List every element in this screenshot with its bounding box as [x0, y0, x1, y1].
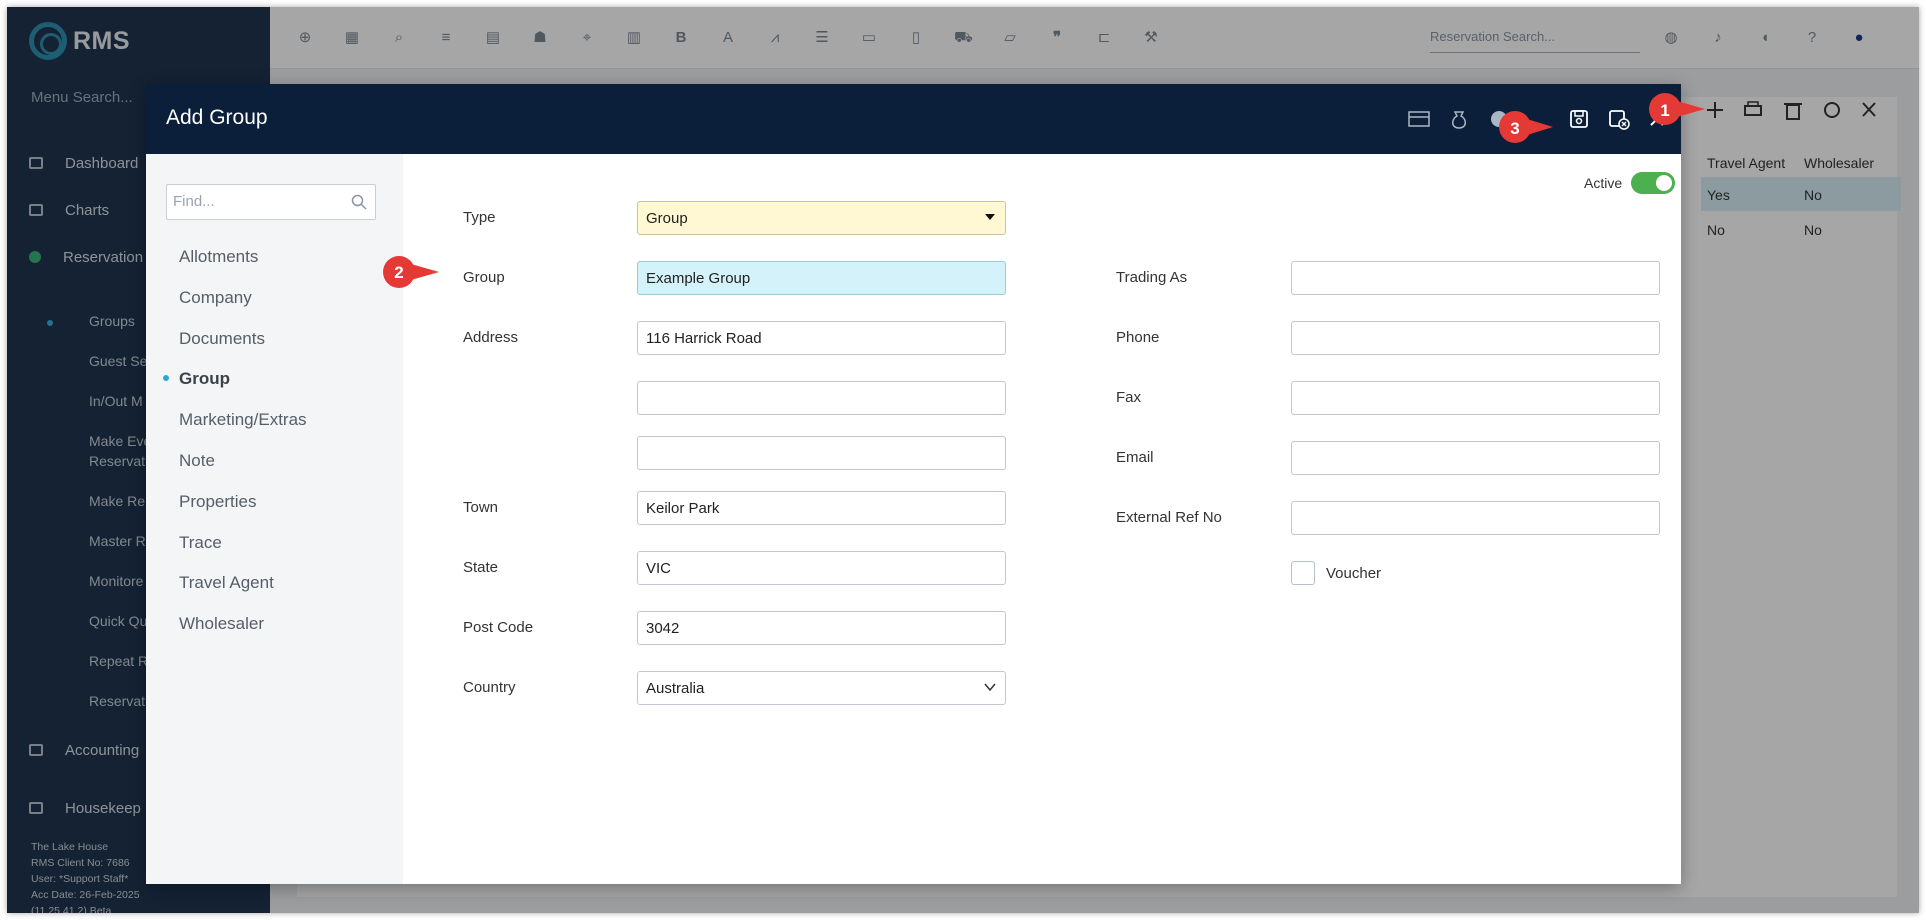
- callout-3-label: 3: [1510, 119, 1520, 138]
- section-nav-trace[interactable]: Trace: [179, 533, 222, 553]
- email-label: Email: [1116, 449, 1154, 466]
- section-nav-properties[interactable]: Properties: [179, 492, 256, 512]
- town-label: Town: [463, 499, 499, 516]
- chevron-down-icon: [984, 683, 996, 692]
- section-nav-note[interactable]: Note: [179, 451, 215, 471]
- section-nav-group[interactable]: Group: [179, 369, 230, 389]
- country-label: Country: [463, 679, 516, 696]
- print-icon[interactable]: [1744, 101, 1762, 116]
- trash-icon[interactable]: [1784, 103, 1802, 120]
- state-input[interactable]: VIC: [637, 551, 1006, 585]
- trading-as-input[interactable]: [1291, 261, 1660, 295]
- country-select[interactable]: Australia: [637, 671, 1006, 705]
- save-icon[interactable]: [1568, 108, 1590, 130]
- town-value: Keilor Park: [646, 500, 720, 517]
- modal-header: Add Group: [146, 84, 1681, 154]
- phone-input[interactable]: [1291, 321, 1660, 355]
- find-input[interactable]: Find...: [166, 184, 376, 220]
- voucher-checkbox[interactable]: [1291, 561, 1315, 585]
- type-label: Type: [463, 209, 496, 226]
- address-line2-input[interactable]: [637, 381, 1006, 415]
- save-close-icon[interactable]: [1608, 108, 1630, 130]
- address-line1-input[interactable]: 116 Harrick Road: [637, 321, 1006, 355]
- card-icon[interactable]: [1408, 108, 1430, 130]
- app-window: RMS Menu Search... Dashboard Charts Rese…: [7, 7, 1919, 913]
- state-value: VIC: [646, 560, 672, 577]
- postcode-input[interactable]: 3042: [637, 611, 1006, 645]
- close-icon[interactable]: [1862, 102, 1876, 117]
- add-group-modal: Add Group Find... Allotments Company Doc…: [146, 84, 1681, 884]
- external-ref-input[interactable]: [1291, 501, 1660, 535]
- list-toolbar: [1707, 101, 1876, 120]
- active-label: Active: [1584, 175, 1623, 191]
- fax-label: Fax: [1116, 389, 1142, 406]
- refresh-icon[interactable]: [1824, 102, 1840, 118]
- email-input[interactable]: [1291, 441, 1660, 475]
- section-nav-company[interactable]: Company: [179, 288, 252, 308]
- find-placeholder: Find...: [173, 193, 215, 210]
- state-label: State: [463, 559, 499, 576]
- group-label: Group: [463, 269, 505, 286]
- fax-input[interactable]: [1291, 381, 1660, 415]
- section-nav-travel-agent[interactable]: Travel Agent: [179, 573, 274, 593]
- postcode-value: 3042: [646, 620, 680, 637]
- search-icon: [351, 194, 367, 210]
- address-line3-input[interactable]: [637, 436, 1006, 470]
- voucher-label: Voucher: [1326, 565, 1382, 582]
- type-select-value: Group: [646, 210, 688, 227]
- group-name-input[interactable]: Example Group: [637, 261, 1006, 295]
- external-ref-label: External Ref No: [1116, 509, 1222, 526]
- modal-title: Add Group: [166, 106, 268, 129]
- postcode-label: Post Code: [463, 619, 534, 636]
- section-nav-documents[interactable]: Documents: [179, 329, 265, 349]
- type-select[interactable]: Group: [637, 201, 1006, 235]
- money-bag-icon[interactable]: [1448, 108, 1470, 130]
- active-toggle[interactable]: [1631, 172, 1675, 194]
- address-label: Address: [463, 329, 519, 346]
- country-select-value: Australia: [646, 680, 705, 697]
- section-nav-allotments[interactable]: Allotments: [179, 247, 258, 267]
- phone-label: Phone: [1116, 329, 1160, 346]
- chevron-down-icon: [985, 214, 995, 220]
- modal-section-nav: Find... Allotments Company Documents Gro…: [146, 154, 403, 884]
- callout-2-label: 2: [394, 263, 404, 282]
- address-line1-value: 116 Harrick Road: [646, 330, 762, 347]
- town-input[interactable]: Keilor Park: [637, 491, 1006, 525]
- section-nav-marketing-extras[interactable]: Marketing/Extras: [179, 410, 307, 430]
- group-name-value: Example Group: [646, 270, 751, 287]
- active-section-dot: [163, 375, 169, 381]
- section-nav-wholesaler[interactable]: Wholesaler: [179, 614, 264, 634]
- add-icon[interactable]: [1707, 102, 1723, 118]
- trading-as-label: Trading As: [1116, 269, 1188, 286]
- callout-1-label: 1: [1660, 101, 1670, 120]
